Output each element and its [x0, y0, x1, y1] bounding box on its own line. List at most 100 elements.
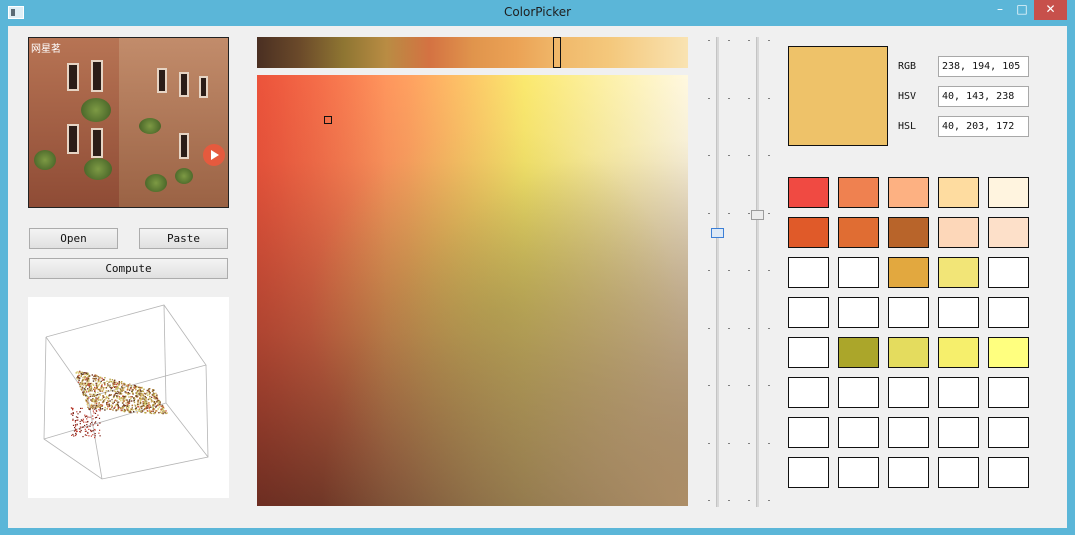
color-swatch[interactable]: [938, 177, 979, 208]
color-swatch[interactable]: [838, 297, 879, 328]
color-swatch[interactable]: [838, 377, 879, 408]
slider-tick: [708, 442, 710, 444]
close-button[interactable]: ✕: [1034, 0, 1067, 20]
color-swatch[interactable]: [938, 297, 979, 328]
color-swatch[interactable]: [788, 337, 829, 368]
color-swatch[interactable]: [788, 457, 829, 488]
vertical-slider-1-track[interactable]: [716, 37, 719, 507]
scatter-point: [84, 416, 86, 418]
scatter-point: [81, 389, 83, 391]
color-swatch[interactable]: [938, 337, 979, 368]
color-swatch[interactable]: [988, 217, 1029, 248]
scatter-point: [138, 388, 141, 390]
color-swatch[interactable]: [888, 337, 929, 368]
slider-tick: [768, 97, 770, 99]
preview-building-right: [119, 38, 228, 207]
color-swatch[interactable]: [988, 417, 1029, 448]
scatter-point: [78, 374, 80, 377]
hue-strip-handle[interactable]: [553, 37, 561, 68]
title-bar[interactable]: ColorPicker – □ ✕: [0, 0, 1075, 26]
compute-button[interactable]: Compute: [29, 258, 228, 279]
hsl-field[interactable]: 40, 203, 172: [938, 116, 1029, 137]
color-swatch[interactable]: [938, 417, 979, 448]
color-swatch[interactable]: [788, 217, 829, 248]
scatter-point: [141, 394, 143, 397]
scatter-point: [127, 384, 130, 387]
color-swatch[interactable]: [888, 377, 929, 408]
color-swatch[interactable]: [838, 417, 879, 448]
window-title: ColorPicker: [503, 5, 572, 19]
color-swatch[interactable]: [988, 457, 1029, 488]
scatter-point: [84, 414, 86, 416]
color-swatch[interactable]: [938, 457, 979, 488]
color-swatch[interactable]: [888, 297, 929, 328]
scatter-point: [92, 410, 94, 412]
scatter-point: [123, 382, 125, 385]
scatter-point: [84, 377, 86, 379]
minimize-button[interactable]: –: [991, 0, 1009, 20]
scatter-point: [143, 392, 146, 395]
scatter-point: [108, 405, 111, 407]
color-swatch[interactable]: [888, 257, 929, 288]
scatter-point: [95, 408, 97, 410]
image-preview[interactable]: 网星茗: [28, 37, 229, 208]
color-swatch[interactable]: [938, 257, 979, 288]
vertical-slider-1-handle[interactable]: [711, 228, 724, 238]
maximize-button[interactable]: □: [1013, 0, 1031, 20]
color-distribution-3d-plot[interactable]: [28, 297, 229, 498]
color-swatch[interactable]: [888, 417, 929, 448]
slider-tick: [708, 500, 710, 501]
color-swatch[interactable]: [938, 217, 979, 248]
scatter-point: [127, 405, 129, 407]
scatter-point: [94, 437, 96, 439]
color-swatch[interactable]: [788, 417, 829, 448]
scatter-point: [104, 384, 106, 386]
preview-plant: [34, 150, 56, 170]
color-swatch[interactable]: [838, 337, 879, 368]
scatter-point: [143, 403, 145, 406]
cube-edge: [165, 402, 209, 458]
color-swatch[interactable]: [988, 177, 1029, 208]
scatter-point: [83, 382, 85, 384]
scatter-point: [84, 434, 86, 436]
play-icon[interactable]: [203, 144, 225, 166]
scatter-point: [147, 388, 150, 391]
scatter-point: [113, 383, 115, 385]
scatter-point: [123, 398, 125, 400]
paste-button[interactable]: Paste: [139, 228, 228, 249]
color-swatch[interactable]: [788, 257, 829, 288]
scatter-point: [124, 391, 126, 393]
scatter-point: [98, 384, 100, 386]
saturation-value-field[interactable]: [257, 75, 688, 506]
scatter-point: [99, 422, 101, 424]
hue-strip[interactable]: [257, 37, 688, 68]
cube-face-top: [45, 304, 207, 398]
vertical-slider-2-track[interactable]: [756, 37, 759, 507]
color-swatch[interactable]: [988, 297, 1029, 328]
color-swatch[interactable]: [988, 337, 1029, 368]
color-swatch[interactable]: [788, 177, 829, 208]
color-swatch[interactable]: [888, 457, 929, 488]
scatter-point: [135, 407, 137, 409]
color-swatch[interactable]: [888, 217, 929, 248]
vertical-slider-2-handle[interactable]: [751, 210, 764, 220]
color-swatch[interactable]: [788, 297, 829, 328]
color-swatch[interactable]: [838, 457, 879, 488]
color-swatch[interactable]: [838, 257, 879, 288]
hsv-field[interactable]: 40, 143, 238: [938, 86, 1029, 107]
color-swatch[interactable]: [788, 377, 829, 408]
color-swatch[interactable]: [838, 217, 879, 248]
color-swatch[interactable]: [988, 377, 1029, 408]
scatter-point: [128, 406, 130, 409]
preview-window: [157, 68, 167, 93]
color-swatch[interactable]: [888, 177, 929, 208]
scatter-point: [104, 393, 107, 395]
color-swatch[interactable]: [988, 257, 1029, 288]
open-button[interactable]: Open: [29, 228, 118, 249]
sv-cursor[interactable]: [324, 116, 332, 124]
rgb-field[interactable]: 238, 194, 105: [938, 56, 1029, 77]
color-swatch[interactable]: [938, 377, 979, 408]
scatter-point: [140, 390, 142, 392]
color-swatch[interactable]: [838, 177, 879, 208]
scatter-point: [155, 406, 157, 408]
